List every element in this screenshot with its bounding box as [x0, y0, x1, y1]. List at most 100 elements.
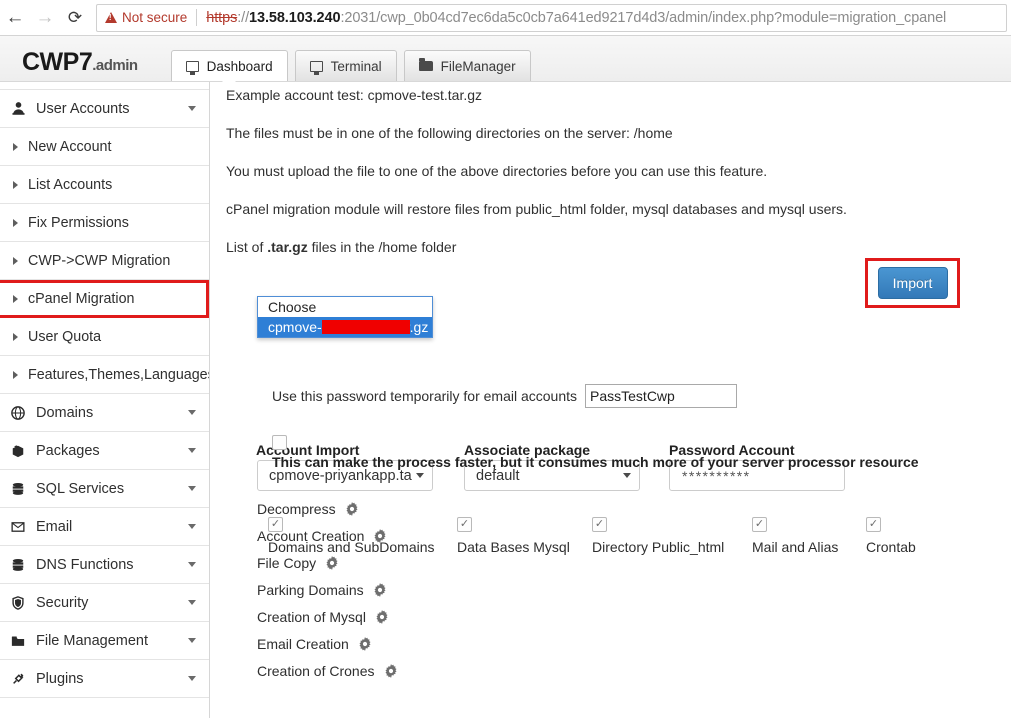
status-row-file-copy-label: File Copy [257, 555, 316, 571]
database-icon [11, 558, 33, 572]
envelope-icon [11, 520, 33, 534]
checkbox-data-bases-mysql[interactable]: ✓ Data Bases Mysql [457, 517, 570, 555]
checkbox-input[interactable]: ✓ [866, 517, 881, 532]
chevron-down-icon [188, 448, 196, 453]
checkbox-input[interactable] [272, 435, 287, 450]
gear-icon [384, 664, 398, 678]
sidebar-item-fix-permissions[interactable]: Fix Permissions [0, 204, 209, 242]
checkbox-mail-and-alias[interactable]: ✓ Mail and Alias [752, 517, 838, 555]
redaction-bar [322, 320, 410, 334]
monitor-icon [186, 61, 199, 72]
sidebar-group-security[interactable]: Security [0, 584, 209, 622]
sidebar-item-features-themes-languages[interactable]: Features,Themes,Languages [0, 356, 209, 394]
chevron-down-icon [188, 600, 196, 605]
brand-main: CWP7 [22, 48, 92, 76]
sidebar-item-features-themes-languages-label: Features,Themes,Languages [28, 367, 210, 383]
tab-terminal-label: Terminal [331, 59, 382, 74]
email-password-row: Use this password temporarily for email … [272, 384, 737, 408]
sidebar-group-email[interactable]: Email [0, 508, 209, 546]
email-password-input[interactable]: PassTestCwp [585, 384, 737, 408]
chevron-down-icon [188, 676, 196, 681]
tab-dashboard-label: Dashboard [207, 59, 273, 74]
chevron-right-icon [13, 333, 18, 341]
checkbox-input[interactable]: ✓ [592, 517, 607, 532]
dropdown-option-prefix: cpmove- [268, 319, 322, 335]
list-line-prefix: List of [226, 239, 267, 255]
back-arrow-icon[interactable]: ← [0, 3, 30, 33]
sidebar-group-user-accounts-label: User Accounts [33, 101, 188, 117]
sidebar-group-domains[interactable]: Domains [0, 394, 209, 432]
sidebar-group-sql-services[interactable]: SQL Services [0, 470, 209, 508]
account-import-dropdown-options[interactable]: Choose cpmove-priyankapp.tar.gz [257, 296, 433, 338]
sidebar-item-list-accounts[interactable]: List Accounts [0, 166, 209, 204]
list-line-suffix: files in the /home folder [308, 239, 457, 255]
sidebar-group-packages[interactable]: Packages [0, 432, 209, 470]
url-host: 13.58.103.240 [249, 10, 340, 26]
sidebar-item-cpanel-migration[interactable]: cPanel Migration [0, 280, 209, 318]
sidebar-item-new-account[interactable]: New Account [0, 128, 209, 166]
tab-dashboard[interactable]: Dashboard [171, 50, 288, 81]
spacer [211, 140, 1011, 164]
sidebar-group-sql-services-label: SQL Services [33, 481, 188, 497]
sidebar-group-plugins-label: Plugins [33, 671, 188, 687]
gear-icon [375, 610, 389, 624]
status-row-parking-domains-label: Parking Domains [257, 582, 364, 598]
security-status-chip[interactable]: Not secure [105, 10, 196, 25]
chevron-down-icon [623, 473, 631, 478]
address-bar[interactable]: Not secure https://13.58.103.240:2031/cw… [96, 4, 1007, 32]
sidebar-group-dns-functions[interactable]: DNS Functions [0, 546, 209, 584]
chevron-down-icon [188, 410, 196, 415]
sidebar: ▤ Services Config User Accounts New Acco… [0, 82, 210, 718]
import-button[interactable]: Import [878, 267, 948, 299]
status-row-file-copy: File Copy [257, 549, 398, 576]
warning-triangle-icon [105, 12, 117, 23]
chevron-right-icon [13, 295, 18, 303]
browser-toolbar: ← → ⟳ Not secure https://13.58.103.240:2… [0, 0, 1011, 36]
checkbox-input[interactable]: ✓ [457, 517, 472, 532]
status-row-email-creation: Email Creation [257, 630, 398, 657]
dropdown-option-choose[interactable]: Choose [258, 297, 432, 317]
info-line-directories: The files must be in one of the followin… [211, 126, 1011, 140]
gear-icon [358, 637, 372, 651]
shield-icon [11, 596, 33, 610]
sidebar-item-user-quota[interactable]: User Quota [0, 318, 209, 356]
brand-suffix: .admin [92, 57, 137, 74]
reload-icon[interactable]: ⟳ [60, 3, 90, 33]
chevron-right-icon [13, 371, 18, 379]
sidebar-group-user-accounts[interactable]: User Accounts [0, 90, 209, 128]
checkbox-crontab-label: Crontab [866, 539, 916, 555]
sidebar-group-file-management-label: File Management [33, 633, 188, 649]
checkbox-directory-public-html[interactable]: ✓ Directory Public_html [592, 517, 724, 555]
status-row-creation-of-mysql: Creation of Mysql [257, 603, 398, 630]
spacer [211, 216, 1011, 240]
url-text: https://13.58.103.240:2031/cwp_0b04cd7ec… [197, 10, 946, 26]
chevron-right-icon [13, 181, 18, 189]
header-tabs: Dashboard Terminal FileManager [171, 50, 531, 81]
email-password-label: Use this password temporarily for email … [272, 388, 577, 404]
status-row-creation-of-mysql-label: Creation of Mysql [257, 609, 366, 625]
forward-arrow-icon: → [30, 3, 60, 33]
url-path: :2031/cwp_0b04cd7ec6da5c0cb7a641ed9217d4… [340, 10, 946, 26]
url-separator: :// [237, 10, 249, 26]
checkbox-crontab[interactable]: ✓ Crontab [866, 517, 916, 555]
sidebar-group-file-management[interactable]: File Management [0, 622, 209, 660]
status-list: Decompress Account Creation File Copy Pa… [257, 495, 398, 684]
sidebar-group-services-config[interactable]: ▤ Services Config [0, 82, 209, 90]
checkbox-input[interactable]: ✓ [752, 517, 767, 532]
user-icon [11, 101, 33, 116]
tab-terminal[interactable]: Terminal [295, 50, 397, 81]
sidebar-item-cpanel-migration-label: cPanel Migration [28, 291, 135, 307]
url-scheme: https [206, 10, 237, 26]
info-line-upload: You must upload the file to one of the a… [211, 164, 1011, 178]
monitor-icon [310, 61, 323, 72]
checkbox-data-bases-mysql-label: Data Bases Mysql [457, 539, 570, 555]
tab-filemanager[interactable]: FileManager [404, 50, 531, 81]
sidebar-item-cwp-cwp-migration[interactable]: CWP->CWP Migration [0, 242, 209, 280]
plug-icon [11, 672, 33, 686]
faster-process-checkbox[interactable] [272, 435, 287, 450]
sidebar-group-plugins[interactable]: Plugins [0, 660, 209, 698]
status-row-account-creation-label: Account Creation [257, 528, 364, 544]
database-icon [11, 482, 33, 496]
dropdown-option-cpmove-file[interactable]: cpmove-priyankapp.tar.gz [258, 317, 432, 337]
main-content: Example account test: cpmove-test.tar.gz… [211, 82, 1011, 718]
